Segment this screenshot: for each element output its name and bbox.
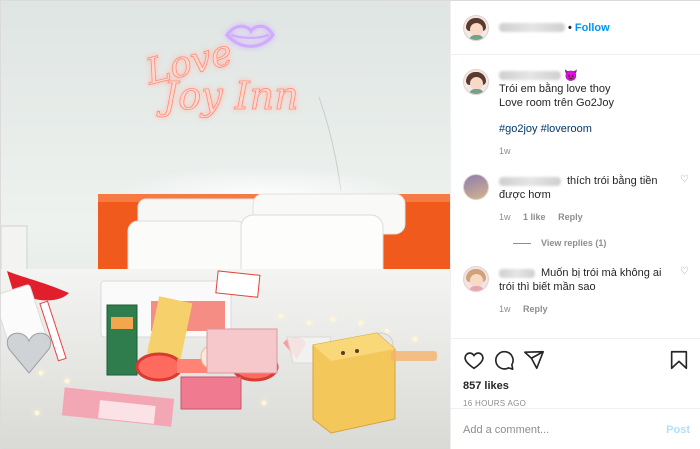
share-icon[interactable] bbox=[523, 349, 545, 371]
post-comment-button[interactable]: Post bbox=[666, 424, 690, 436]
caption-age[interactable]: 1w bbox=[499, 146, 511, 156]
caption-username-redacted[interactable] bbox=[499, 71, 561, 80]
caption-line-2: Love room trên Go2Joy bbox=[499, 97, 614, 109]
comment-like-heart-icon[interactable]: ♡ bbox=[680, 266, 689, 277]
comment-item: thích trói bằng tiền được hơm 1w 1 like … bbox=[463, 174, 689, 222]
header-separator: • bbox=[568, 21, 572, 34]
add-comment-bar: Post bbox=[451, 408, 700, 449]
bookmark-icon[interactable] bbox=[668, 349, 690, 371]
comment-reply-button[interactable]: Reply bbox=[523, 304, 548, 314]
post-timestamp[interactable]: 16 HOURS AGO bbox=[463, 399, 690, 408]
author-username-redacted[interactable] bbox=[499, 23, 565, 32]
commenter-avatar[interactable] bbox=[463, 174, 489, 200]
view-replies-button[interactable]: View replies (1) bbox=[513, 238, 689, 248]
caption-author-avatar[interactable] bbox=[463, 69, 489, 95]
follow-button[interactable]: Follow bbox=[575, 22, 610, 34]
likes-count[interactable]: 857 likes bbox=[463, 380, 690, 392]
comment-age[interactable]: 1w bbox=[499, 304, 511, 314]
caption-line-1: Trói em bằng love thoy bbox=[499, 83, 611, 95]
caption-hashtags[interactable]: #go2joy #loveroom bbox=[499, 122, 614, 136]
post-photo[interactable]: Love Joy Inn bbox=[1, 1, 450, 449]
replies-line bbox=[513, 242, 531, 244]
author-avatar[interactable] bbox=[463, 14, 489, 41]
post-actions: 857 likes 16 HOURS AGO bbox=[451, 338, 700, 408]
neon-joyinn-text: Joy Inn bbox=[156, 74, 299, 118]
caption: 😈 Trói em bằng love thoy Love room trên … bbox=[463, 69, 689, 156]
comment-input[interactable] bbox=[463, 423, 667, 436]
comment-likes[interactable]: 1 like bbox=[523, 212, 546, 222]
comments-area[interactable]: 😈 Trói em bằng love thoy Love room trên … bbox=[451, 55, 700, 337]
commenter-username-redacted[interactable] bbox=[499, 268, 535, 278]
comment-age[interactable]: 1w bbox=[499, 212, 511, 222]
heart-icon[interactable] bbox=[463, 349, 485, 371]
view-replies-label: View replies (1) bbox=[541, 238, 607, 248]
post-header: • Follow bbox=[451, 1, 700, 55]
instagram-post: Love Joy Inn • Follow 😈 Trói em bằng lov… bbox=[0, 0, 700, 449]
commenter-username-redacted[interactable] bbox=[499, 176, 561, 186]
comment-reply-button[interactable]: Reply bbox=[558, 212, 583, 222]
love-room-photo: Love Joy Inn bbox=[1, 1, 450, 449]
devil-emoji-icon: 😈 bbox=[564, 70, 578, 82]
comment-like-heart-icon[interactable]: ♡ bbox=[680, 174, 689, 185]
commenter-avatar[interactable] bbox=[463, 266, 489, 292]
comment-icon[interactable] bbox=[493, 349, 515, 371]
post-side-panel: • Follow 😈 Trói em bằng love thoy Love r… bbox=[450, 1, 700, 449]
comment-item: Muốn bị trói mà không ai trói thì biết m… bbox=[463, 266, 689, 314]
